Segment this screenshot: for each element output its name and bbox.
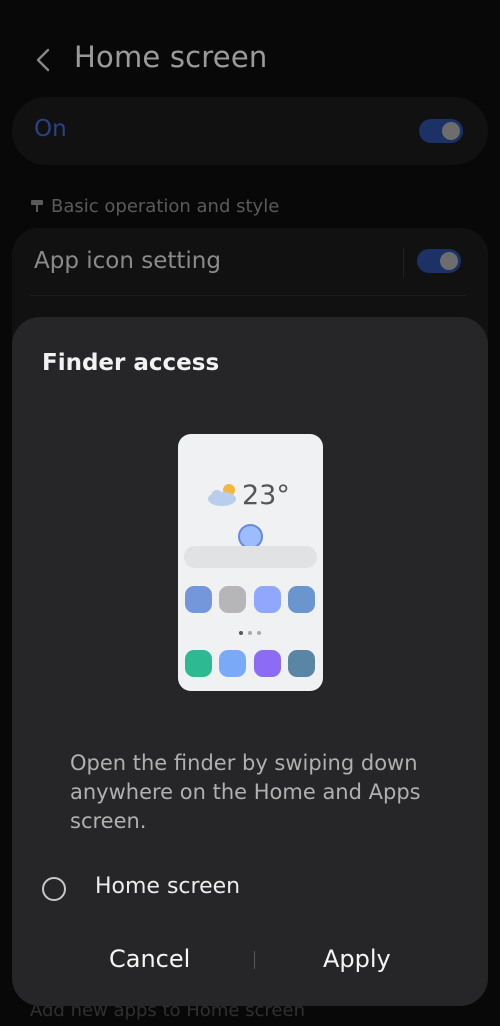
page-dot <box>248 631 252 635</box>
home-screen-option-label[interactable]: Home screen <box>95 874 240 899</box>
apply-button[interactable]: Apply <box>323 945 391 973</box>
preview-app-icon <box>254 586 281 613</box>
home-screen-radio[interactable] <box>42 877 66 901</box>
cancel-button[interactable]: Cancel <box>109 945 190 973</box>
preview-search-bar <box>184 546 317 568</box>
finder-access-dialog: Finder access 23° Open the finder by swi… <box>12 317 488 1006</box>
preview-app-icon <box>185 650 212 677</box>
preview-app-icon <box>254 650 281 677</box>
preview-app-icon <box>219 650 246 677</box>
page-dot <box>239 631 243 635</box>
preview-app-icon <box>219 586 246 613</box>
page-dot <box>257 631 261 635</box>
preview-app-icon <box>288 586 315 613</box>
preview-app-icon <box>288 650 315 677</box>
phone-preview: 23° <box>178 434 323 691</box>
preview-app-icon <box>185 586 212 613</box>
partly-cloudy-icon <box>208 484 236 506</box>
temperature: 23° <box>242 480 290 511</box>
dialog-description: Open the finder by swiping down anywhere… <box>70 751 421 833</box>
dialog-title: Finder access <box>42 350 220 376</box>
button-divider <box>254 951 255 969</box>
